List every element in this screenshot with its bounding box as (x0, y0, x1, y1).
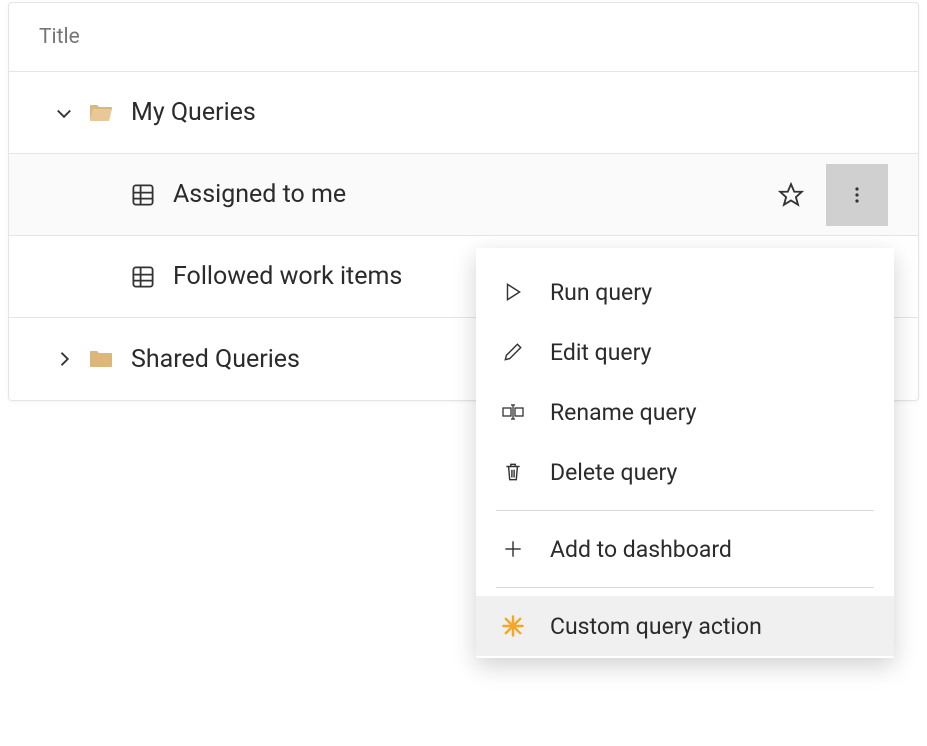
folder-icon (89, 350, 113, 368)
menu-item-add-to-dashboard[interactable]: Add to dashboard (476, 519, 894, 579)
menu-item-edit-query[interactable]: Edit query (476, 322, 894, 382)
header: Title (9, 3, 918, 72)
rename-icon (498, 401, 528, 423)
query-row-assigned-to-me[interactable]: Assigned to me (9, 154, 918, 236)
menu-separator (496, 510, 874, 511)
menu-separator (496, 587, 874, 588)
query-label: Assigned to me (173, 180, 778, 209)
menu-item-label: Rename query (550, 399, 696, 426)
play-icon (498, 281, 528, 303)
query-icon (131, 183, 155, 207)
menu-item-label: Add to dashboard (550, 536, 732, 563)
chevron-right-icon[interactable] (54, 349, 74, 369)
menu-item-run-query[interactable]: Run query (476, 262, 894, 322)
trash-icon (498, 461, 528, 483)
plus-icon (498, 538, 528, 560)
menu-item-delete-query[interactable]: Delete query (476, 442, 894, 502)
menu-item-label: Edit query (550, 339, 651, 366)
query-icon (131, 265, 155, 289)
header-title: Title (39, 25, 80, 49)
pencil-icon (498, 341, 528, 363)
folder-label: My Queries (131, 98, 888, 127)
chevron-down-icon[interactable] (54, 103, 74, 123)
menu-item-label: Run query (550, 279, 652, 306)
menu-item-label: Delete query (550, 459, 677, 486)
context-menu: Run query Edit query Rename query Delete… (476, 248, 894, 658)
menu-item-rename-query[interactable]: Rename query (476, 382, 894, 442)
folder-row-my-queries[interactable]: My Queries (9, 72, 918, 154)
favorite-button[interactable] (778, 182, 804, 208)
menu-item-custom-query-action[interactable]: Custom query action (476, 596, 894, 656)
folder-open-icon (89, 104, 113, 122)
more-actions-button[interactable] (826, 164, 888, 226)
asterisk-icon (498, 614, 528, 638)
menu-item-label: Custom query action (550, 613, 762, 640)
